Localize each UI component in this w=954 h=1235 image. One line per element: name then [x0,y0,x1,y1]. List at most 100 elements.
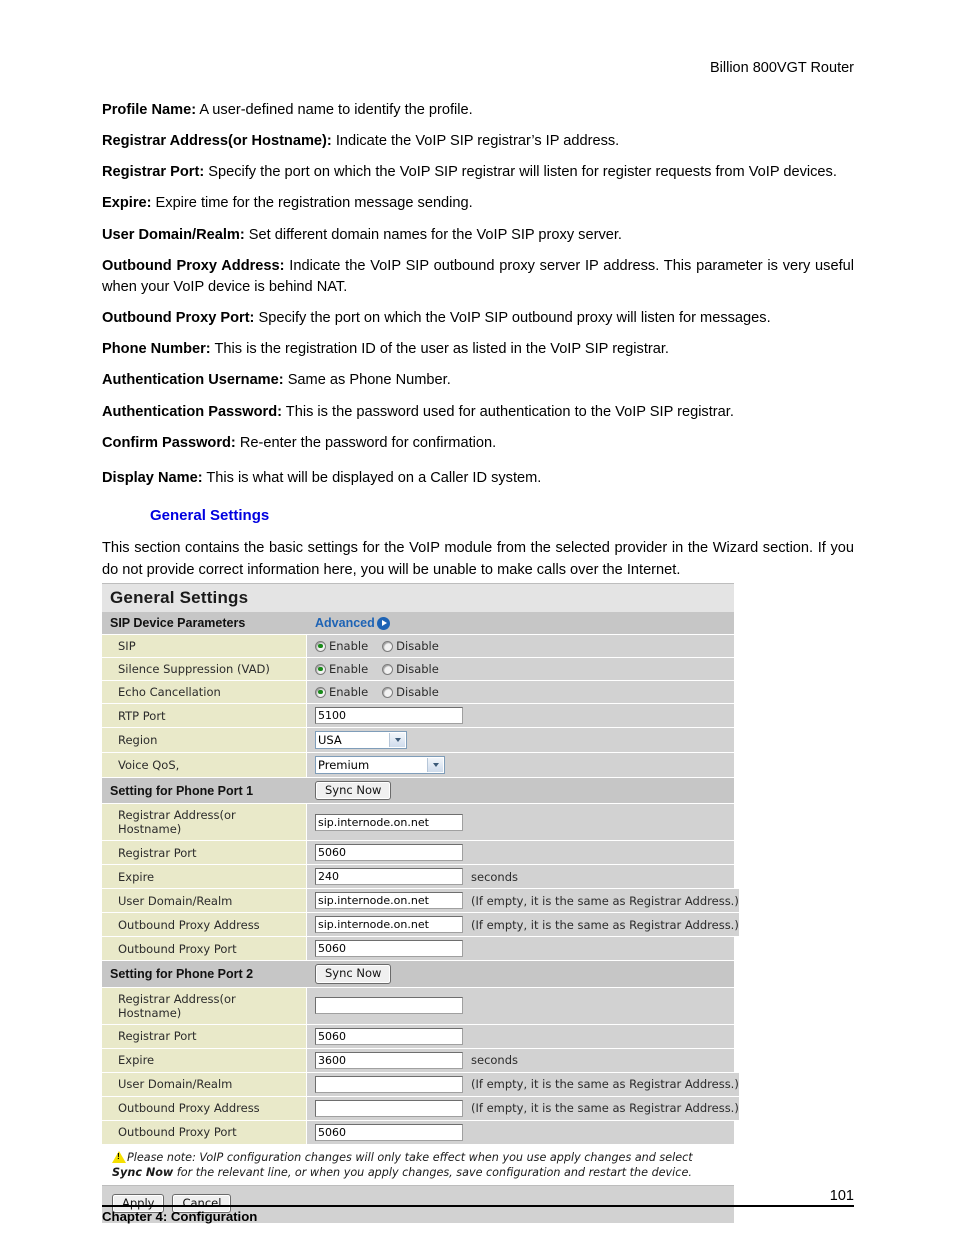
row-value: sip.internode.on.net [307,804,734,841]
warning-note: Please note: VoIP configuration changes … [102,1144,734,1186]
port2-text-input[interactable] [315,997,463,1015]
phone-port-2-fields: Registrar Address(or Hostname) Registrar … [102,987,739,1145]
port1-text-input[interactable]: sip.internode.on.net [315,892,463,910]
radio-label: Disable [396,685,439,699]
radio-option-enable[interactable]: Enable [315,662,368,676]
row-value: 5100 [307,704,734,727]
definition-paragraph: Display Name: This is what will be displ… [102,468,854,489]
region-select[interactable]: USA [315,731,407,749]
radio-option-disable[interactable]: Disable [382,685,439,699]
row-port2-field: Expire 3600 seconds [102,1048,734,1073]
row-label: Expire [102,865,307,889]
row-value: 5060 [307,937,734,961]
row-port2-field: User Domain/Realm (If empty, it is the sa… [102,1072,739,1097]
section-label: SIP Device Parameters [102,612,307,634]
row-voice-qos: Voice QoS, Premium [102,753,734,778]
row-value: 3600 seconds [307,1048,734,1072]
row-value [307,987,734,1024]
row-value: 5060 [307,1024,734,1048]
row-label: Outbound Proxy Port [102,1120,307,1144]
row-port1-field: Registrar Port 5060 [102,841,734,866]
row-label: Expire [102,1048,307,1072]
port1-text-input[interactable]: sip.internode.on.net [315,813,463,831]
definition-term: User Domain/Realm: [102,226,245,243]
intro-paragraph: This section contains the basic settings… [102,540,854,578]
row-value: Enable Disable [307,658,734,680]
radio-option-enable[interactable]: Enable [315,639,368,653]
row-label: Registrar Address(or Hostname) [102,804,307,841]
row-value: (If empty, it is the same as Registrar A… [307,1096,739,1120]
radio-option-disable[interactable]: Disable [382,639,439,653]
radio-option-disable[interactable]: Disable [382,662,439,676]
port1-text-input[interactable]: sip.internode.on.net [315,916,463,934]
warning-triangle-icon [112,1150,126,1163]
row-port2-field: Outbound Proxy Address (If empty, it is t… [102,1096,739,1121]
sync-now-button-port-1[interactable]: Sync Now [315,781,392,801]
field-suffix: (If empty, it is the same as Registrar A… [471,917,739,932]
definition-term: Outbound Proxy Port: [102,310,255,327]
port2-text-input[interactable] [315,1075,463,1093]
definition-text: This is the registration ID of the user … [210,341,669,358]
definition-term: Profile Name: [102,102,197,118]
definition-paragraph: Registrar Port: Specify the port on whic… [102,162,854,183]
definition-term: Authentication Password: [102,403,283,420]
field-suffix: seconds [471,1053,519,1068]
port2-text-input[interactable] [315,1099,463,1117]
row-label: Outbound Proxy Address [102,913,307,937]
definition-term: Outbound Proxy Address: [102,257,285,274]
definition-paragraph: Outbound Proxy Port: Specify the port on… [102,308,854,329]
definition-term: Expire: [102,195,152,212]
row-label: Echo Cancellation [102,681,307,703]
definition-paragraph: Authentication Username: Same as Phone N… [102,370,854,391]
sync-now-button-port-2[interactable]: Sync Now [315,964,392,984]
radio-indicator [382,640,394,652]
row-label: Voice QoS, [102,753,307,777]
port2-text-input[interactable]: 3600 [315,1051,463,1069]
definition-term: Display Name: [102,469,203,486]
footer-divider [102,1205,854,1207]
radio-indicator [382,686,394,698]
port1-text-input[interactable]: 5060 [315,844,463,862]
row-value: Enable Disable [307,681,734,703]
row-label: Registrar Port [102,1024,307,1048]
definition-paragraph: Registrar Address(or Hostname): Indicate… [102,131,854,152]
definition-text: Expire time for the registration message… [151,195,473,212]
definition-paragraph: Authentication Password: This is the pas… [102,402,854,423]
definition-paragraph: Confirm Password: Re-enter the password … [102,433,854,454]
port2-text-input[interactable]: 5060 [315,1027,463,1045]
port1-text-input[interactable]: 5060 [315,940,463,958]
chevron-down-icon [389,733,405,747]
rtp-port-input[interactable]: 5100 [315,707,463,724]
definition-term: Authentication Username: [102,372,284,389]
definition-text: Specify the port on which the VoIP SIP o… [254,310,771,327]
radio-indicator [315,663,326,675]
port1-text-input[interactable]: 240 [315,868,463,886]
radio-label: Enable [329,662,369,676]
footer-chapter-label: Chapter 4: Configuration [102,1209,258,1224]
row-radio: SIP Enable Disable [102,635,734,658]
row-label: RTP Port [102,704,307,727]
row-radio: Silence Suppression (VAD) Enable Disable [102,658,734,681]
definition-paragraph: Expire: Expire time for the registration… [102,193,854,214]
definition-term: Registrar Address(or Hostname): [102,133,332,150]
page-number: 101 [829,1188,854,1204]
definition-list: Profile Name: A user-defined name to ide… [102,100,854,489]
section-header-sip-device-parameters: SIP Device Parameters Advanced [102,612,734,635]
definition-text: Same as Phone Number. [283,372,451,389]
definition-term: Phone Number: [102,341,211,358]
panel-title: General Settings [102,584,734,612]
field-suffix: (If empty, it is the same as Registrar A… [471,1101,739,1116]
advanced-link[interactable]: Advanced [315,616,390,630]
row-port1-field: Outbound Proxy Address sip.internode.on.n… [102,913,739,938]
port2-text-input[interactable]: 5060 [315,1123,463,1141]
row-label: Registrar Address(or Hostname) [102,987,307,1024]
definition-text: This is the password used for authentica… [282,403,734,420]
definition-paragraph: User Domain/Realm: Set different domain … [102,225,854,246]
definition-paragraph: Phone Number: This is the registration I… [102,339,854,360]
row-region: Region USA [102,728,734,753]
voice-qos-select[interactable]: Premium [315,756,445,774]
definition-paragraph: Profile Name: A user-defined name to ide… [102,100,854,121]
radio-option-enable[interactable]: Enable [315,685,368,699]
definition-text: Re-enter the password for confirmation. [235,434,497,451]
row-label: Outbound Proxy Address [102,1096,307,1120]
